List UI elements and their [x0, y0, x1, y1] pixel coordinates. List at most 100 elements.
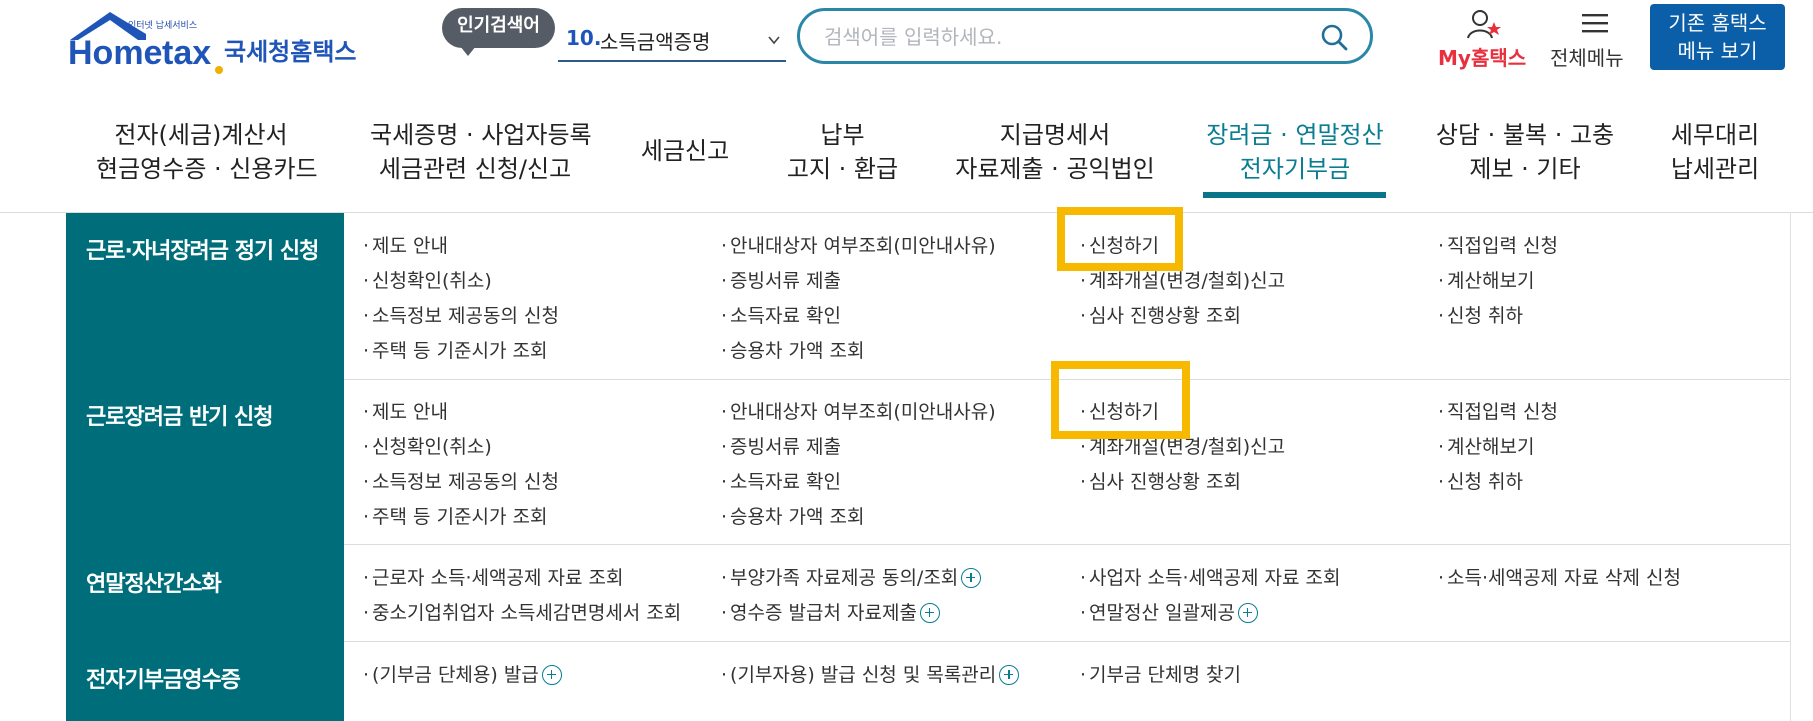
menu-item[interactable]: 승용차 가액 조회	[721, 502, 864, 529]
plus-icon[interactable]	[1237, 602, 1258, 623]
submenu-sidebar	[66, 213, 344, 721]
hometax-logo[interactable]: Home tax 인터넷 납세서비스 국세청홈택스	[66, 6, 366, 76]
svg-text:Home: Home	[68, 34, 162, 72]
menu-item-label: 영수증 발급처 자료제출	[730, 602, 917, 624]
logo-korean-name: 국세청홈택스	[224, 38, 357, 66]
menu-item-with-plus[interactable]: 영수증 발급처 자료제출	[721, 598, 940, 625]
gnb-line2: 자료제출 · 공익법인	[955, 155, 1155, 183]
my-hometax-label: My홈택스	[1438, 46, 1527, 70]
plus-icon[interactable]	[541, 664, 562, 685]
gnb-certificate[interactable]: 국세증명 · 사업자등록 세금관련 신청/신고	[370, 118, 592, 186]
popular-rank: 10.	[566, 26, 602, 50]
menu-item[interactable]: 중소기업취업자 소득세감면명세서 조회	[363, 598, 681, 625]
gnb-line1: 상담 · 불복 · 고충	[1435, 121, 1615, 149]
menu-item-label: 부양가족 자료제공 동의/조회	[730, 567, 959, 589]
menu-item-label: (기부금 단체용) 발급	[372, 664, 539, 686]
menu-item[interactable]: 심사 진행상황 조회	[1080, 301, 1241, 328]
gnb-line2: 제보 · 기타	[1469, 155, 1581, 183]
menu-item[interactable]: 증빙서류 제출	[721, 266, 841, 293]
menu-item[interactable]: 신청확인(취소)	[363, 266, 492, 293]
gnb-line2: 현금영수증 · 신용카드	[96, 155, 318, 183]
gnb-line1: 세금신고	[640, 137, 730, 165]
section-title-earned-income-regular[interactable]: 근로·자녀장려금 정기 신청	[86, 233, 319, 265]
menu-item[interactable]: 증빙서류 제출	[721, 432, 841, 459]
my-hometax-link[interactable]: My홈택스	[1430, 8, 1540, 70]
menu-item[interactable]: 근로자 소득·세액공제 자료 조회	[363, 563, 623, 590]
old-hometax-line1: 기존 홈택스	[1668, 11, 1767, 35]
menu-item-label: (기부자용) 발급 신청 및 목록관리	[730, 664, 997, 686]
menu-item[interactable]: 승용차 가액 조회	[721, 336, 864, 363]
menu-item[interactable]: 소득자료 확인	[721, 467, 841, 494]
plus-icon[interactable]	[999, 664, 1020, 685]
menu-item[interactable]: 소득정보 제공동의 신청	[363, 467, 559, 494]
gnb-line1: 전자(세금)계산서	[114, 121, 288, 149]
search-input[interactable]	[822, 21, 1286, 53]
svg-text:tax: tax	[162, 34, 211, 72]
menu-item[interactable]: 기부금 단체명 찾기	[1080, 660, 1241, 687]
menu-item[interactable]: 제도 안내	[363, 397, 448, 424]
menu-item[interactable]: 사업자 소득·세액공제 자료 조회	[1080, 563, 1340, 590]
section-title-earned-income-half[interactable]: 근로장려금 반기 신청	[86, 399, 273, 431]
menu-item[interactable]: 신청 취하	[1438, 301, 1523, 328]
gnb-line1: 지급명세서	[999, 121, 1111, 149]
menu-item[interactable]: 소득정보 제공동의 신청	[363, 301, 559, 328]
gnb-line2: 세금관련 신청/신고	[378, 155, 572, 183]
menu-item[interactable]: 신청 취하	[1438, 467, 1523, 494]
row-divider	[344, 544, 1790, 545]
menu-item[interactable]: 주택 등 기준시가 조회	[363, 502, 547, 529]
all-menu-button[interactable]: 전체메뉴	[1550, 8, 1640, 70]
gnb-line2: 고지 · 환급	[786, 155, 899, 183]
gnb-consultation[interactable]: 상담 · 불복 · 고충 제보 · 기타	[1430, 118, 1620, 186]
menu-item[interactable]: 직접입력 신청	[1438, 397, 1558, 424]
gnb-line1: 장려금 · 연말정산	[1206, 121, 1384, 149]
old-hometax-line2: 메뉴 보기	[1677, 39, 1758, 63]
menu-item-with-plus[interactable]: (기부자용) 발급 신청 및 목록관리	[721, 660, 1020, 687]
gnb-tax-return[interactable]: 세금신고	[640, 134, 730, 168]
gnb-e-invoice[interactable]: 전자(세금)계산서 현금영수증 · 신용카드	[96, 118, 318, 186]
menu-item-with-plus[interactable]: 부양가족 자료제공 동의/조회	[721, 563, 982, 590]
logo-tagline: 인터넷 납세서비스	[128, 21, 198, 31]
old-hometax-menu-button[interactable]: 기존 홈택스 메뉴 보기	[1650, 4, 1785, 70]
highlight-box	[1057, 207, 1183, 271]
menu-item[interactable]: 안내대상자 여부조회(미안내사유)	[721, 397, 996, 424]
chevron-down-icon[interactable]	[768, 34, 780, 46]
all-menu-label: 전체메뉴	[1550, 46, 1624, 70]
menu-item-with-plus[interactable]: 연말정산 일괄제공	[1080, 598, 1258, 625]
plus-icon[interactable]	[961, 567, 982, 588]
menu-item[interactable]: 직접입력 신청	[1438, 231, 1558, 258]
menu-item[interactable]: 심사 진행상황 조회	[1080, 467, 1241, 494]
menu-item[interactable]: 계산해보기	[1438, 432, 1534, 459]
plus-icon[interactable]	[919, 602, 940, 623]
house-logo-icon: Home tax	[68, 12, 223, 74]
row-divider	[344, 641, 1790, 642]
gnb-tax-agent[interactable]: 세무대리 납세관리	[1660, 118, 1770, 186]
gnb-line2: 납세관리	[1670, 155, 1760, 183]
search-icon[interactable]	[1320, 23, 1348, 51]
gnb-line1: 납부	[820, 121, 865, 149]
menu-item-label: 연말정산 일괄제공	[1089, 602, 1235, 624]
menu-item[interactable]: 제도 안내	[363, 231, 448, 258]
menu-item[interactable]: 소득자료 확인	[721, 301, 841, 328]
search-box	[797, 8, 1373, 64]
gnb-line1: 세무대리	[1670, 121, 1760, 149]
gnb-line1: 국세증명 · 사업자등록	[370, 121, 592, 149]
gnb-payment[interactable]: 납부 고지 · 환급	[780, 118, 905, 186]
menu-item[interactable]: 소득·세액공제 자료 삭제 신청	[1438, 563, 1681, 590]
menu-item[interactable]: 주택 등 기준시가 조회	[363, 336, 547, 363]
gnb-active-underline	[1203, 192, 1386, 198]
popular-search-badge: 인기검색어	[442, 8, 555, 56]
menu-item[interactable]: 계산해보기	[1438, 266, 1534, 293]
section-title-e-donation-receipt[interactable]: 전자기부금영수증	[86, 662, 241, 694]
gnb-incentive[interactable]: 장려금 · 연말정산 전자기부금	[1200, 118, 1390, 186]
highlight-box	[1051, 361, 1190, 439]
user-icon	[1467, 10, 1501, 39]
menu-item[interactable]: 신청확인(취소)	[363, 432, 492, 459]
gnb-payment-statement[interactable]: 지급명세서 자료제출 · 공익법인	[955, 118, 1155, 186]
popular-search-select[interactable]: 10. 소득금액증명	[558, 18, 786, 62]
menu-item[interactable]: 안내대상자 여부조회(미안내사유)	[721, 231, 996, 258]
menu-item-with-plus[interactable]: (기부금 단체용) 발급	[363, 660, 562, 687]
section-title-year-end-simplified[interactable]: 연말정산간소화	[86, 566, 222, 598]
submenu-right-border	[1790, 213, 1791, 721]
gnb-line2: 전자기부금	[1239, 155, 1351, 183]
popular-term[interactable]: 소득금액증명	[600, 26, 710, 55]
